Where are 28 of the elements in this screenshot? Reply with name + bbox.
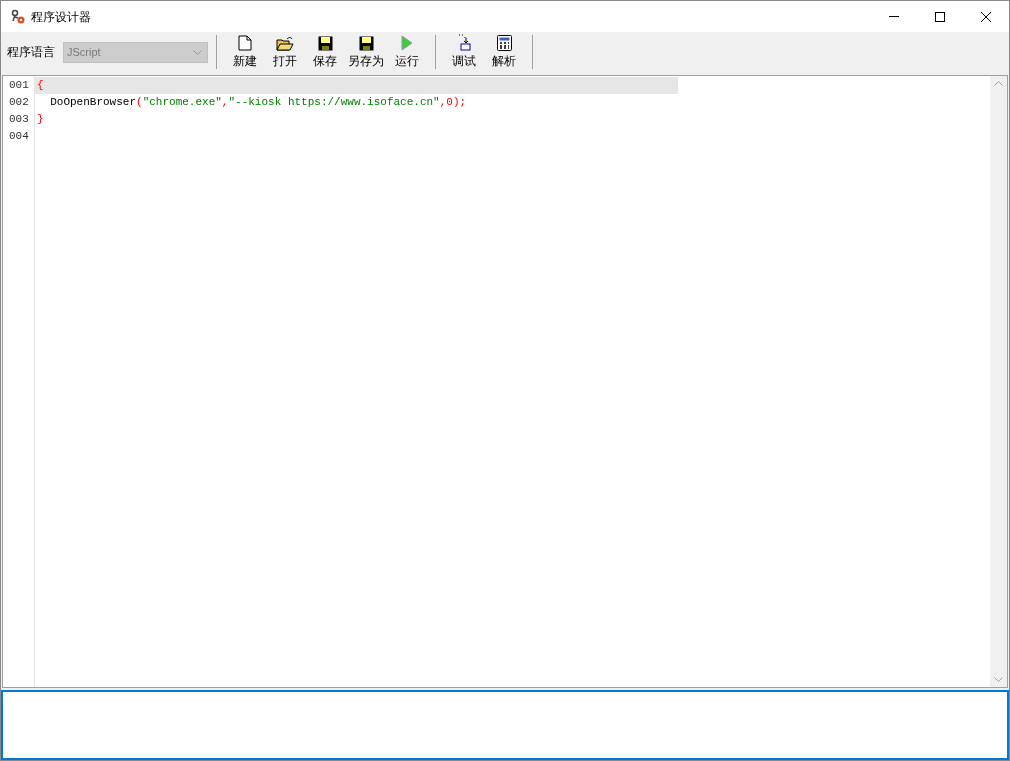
play-icon xyxy=(401,35,413,51)
toolbar-button[interactable]: 新建 xyxy=(225,34,265,70)
code-editor[interactable]: 001 002 003 004 { DoOpenBrowser("chrome.exe","--kiosk https://www.isoface.cn",0); } xyxy=(2,75,1008,688)
toolbar-button[interactable]: 运行 xyxy=(387,34,427,70)
vertical-scrollbar[interactable] xyxy=(990,76,1007,687)
minimize-icon xyxy=(889,16,899,17)
toolbar-button[interactable]: 调试 xyxy=(444,34,484,70)
toolbar-button[interactable]: 另存为 xyxy=(345,34,387,70)
toolbar-button[interactable]: 解析 xyxy=(484,34,524,70)
scroll-down-icon[interactable] xyxy=(994,677,1003,682)
folder-icon xyxy=(276,36,294,51)
language-label: 程序语言 xyxy=(7,44,55,61)
toolbar-button[interactable]: 保存 xyxy=(305,34,345,70)
line-number: 004 xyxy=(8,129,30,144)
close-icon xyxy=(981,11,991,22)
app-logo-icon xyxy=(10,8,26,25)
line-number: 002 xyxy=(8,95,30,110)
blank-page-icon xyxy=(238,35,252,51)
step-into-icon xyxy=(457,34,471,51)
toolbar-button[interactable]: 打开 xyxy=(265,34,305,70)
line-number: 003 xyxy=(8,112,30,127)
window-title: 程序设计器 xyxy=(31,8,91,26)
line-number: 001 xyxy=(8,78,30,93)
maximize-icon xyxy=(935,11,945,22)
output-box[interactable] xyxy=(1,690,1009,760)
chevron-down-icon xyxy=(193,49,202,55)
scroll-up-icon[interactable] xyxy=(994,81,1003,86)
calculator-icon xyxy=(496,35,512,51)
